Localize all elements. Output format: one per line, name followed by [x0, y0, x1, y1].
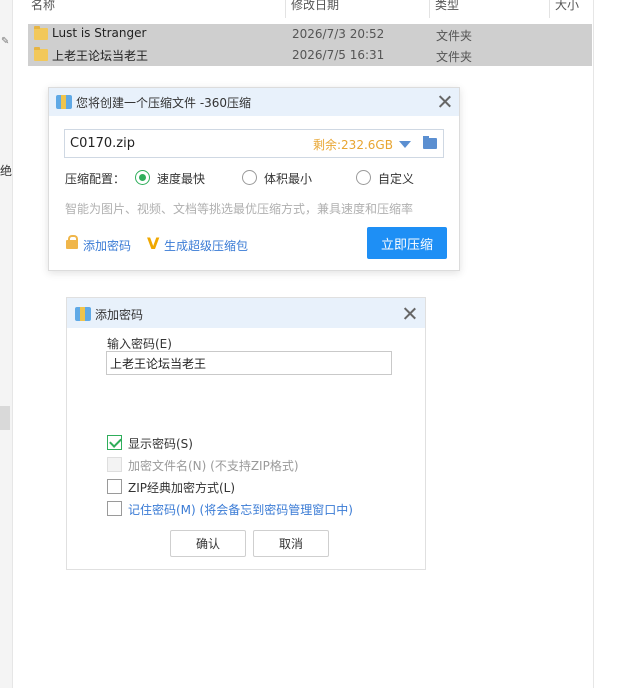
checkbox-label[interactable]: 显示密码(S) [128, 435, 193, 452]
vip-v-icon: V [147, 234, 160, 253]
radio-circle[interactable] [135, 170, 150, 185]
column-separator[interactable] [285, 0, 286, 18]
cancel-button[interactable]: 取消 [253, 530, 329, 557]
column-header-type[interactable]: 类型 [435, 0, 459, 13]
nav-selected-item[interactable] [0, 406, 10, 430]
checkbox-box [107, 457, 122, 472]
radio-label[interactable]: 自定义 [378, 170, 414, 187]
compress-dialog: 您将创建一个压缩文件 -360压缩 C0170.zip 剩余:232.6GB 压… [48, 87, 460, 271]
file-name: Lust is Stranger [52, 26, 147, 40]
add-password-dialog: 添加密码 输入密码(E) 显示密码(S) 加密文件名(N) (不支持ZIP格式)… [66, 297, 426, 570]
column-header-row: 名称 修改日期 类型 大小 [13, 0, 593, 18]
super-archive-label[interactable]: 生成超级压缩包 [164, 237, 248, 254]
compress-config-label: 压缩配置： [65, 172, 126, 186]
folder-icon [34, 26, 48, 40]
radio-label[interactable]: 体积最小 [264, 170, 312, 187]
column-header-date[interactable]: 修改日期 [291, 0, 339, 13]
checkbox-label: 加密文件名(N) (不支持ZIP格式) [128, 459, 299, 473]
360zip-app-icon [56, 95, 72, 109]
checkbox-box[interactable] [107, 501, 122, 516]
checkbox-label[interactable]: ZIP经典加密方式(L) [128, 479, 235, 496]
column-header-size[interactable]: 大小 [555, 0, 579, 13]
file-name: 上老王论坛当老王 [52, 49, 149, 63]
360zip-app-icon [75, 307, 91, 321]
free-space-label: 剩余:232.6GB [313, 138, 393, 152]
navigation-pane[interactable]: ✎ 绝 [0, 0, 13, 688]
file-type: 文件夹 [436, 29, 473, 43]
file-type: 文件夹 [436, 50, 473, 64]
compress-dialog-titlebar[interactable]: 您将创建一个压缩文件 -360压缩 [49, 88, 459, 116]
checkbox-box[interactable] [107, 479, 122, 494]
compress-hint-text: 智能为图片、视频、文档等挑选最优压缩方式，兼具速度和压缩率 [65, 202, 414, 216]
column-separator[interactable] [549, 0, 550, 18]
radio-label[interactable]: 速度最快 [157, 170, 205, 187]
file-row[interactable]: Lust is Stranger 2026/7/3 20:52 文件夹 [28, 24, 592, 45]
compress-dialog-title: 您将创建一个压缩文件 -360压缩 [76, 96, 252, 110]
close-icon[interactable] [437, 94, 453, 110]
archive-path-field[interactable]: C0170.zip 剩余:232.6GB [64, 129, 444, 158]
nav-pane-text: 绝 [0, 164, 13, 178]
folder-icon [34, 47, 48, 61]
close-icon[interactable] [402, 306, 418, 322]
lock-icon [66, 235, 78, 249]
file-row[interactable]: 上老王论坛当老王 2026/7/5 16:31 文件夹 [28, 45, 592, 66]
column-separator[interactable] [429, 0, 430, 18]
file-date: 2026/7/3 20:52 [292, 27, 385, 41]
password-dialog-titlebar[interactable]: 添加密码 [67, 298, 425, 328]
archive-path-value[interactable]: C0170.zip [70, 136, 135, 151]
add-password-label[interactable]: 添加密码 [83, 237, 131, 254]
password-input[interactable] [106, 351, 392, 375]
column-divider [593, 0, 594, 688]
browse-folder-icon[interactable] [423, 136, 437, 149]
file-date: 2026/7/5 16:31 [292, 48, 385, 62]
checkbox-box[interactable] [107, 435, 122, 450]
password-dialog-title: 添加密码 [95, 308, 144, 322]
checkbox-label[interactable]: 记住密码(M) (将会备忘到密码管理窗口中) [128, 501, 353, 518]
confirm-button[interactable]: 确认 [170, 530, 246, 557]
radio-circle[interactable] [356, 170, 371, 185]
pin-icon: ✎ [1, 36, 10, 47]
password-input-label: 输入密码(E) [107, 337, 172, 351]
radio-circle[interactable] [242, 170, 257, 185]
column-header-name[interactable]: 名称 [31, 0, 55, 13]
compress-now-button[interactable]: 立即压缩 [367, 227, 447, 259]
chevron-down-icon[interactable] [399, 141, 411, 148]
